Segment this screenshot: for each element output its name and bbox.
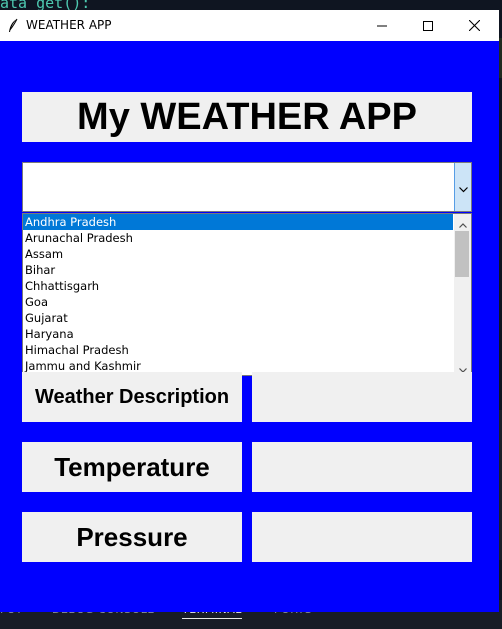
- close-icon: [468, 20, 480, 31]
- temperature-value: [252, 442, 472, 492]
- chevron-down-icon: [458, 178, 468, 197]
- state-select[interactable]: [22, 162, 472, 212]
- pressure-value: [252, 512, 472, 562]
- scroll-up-button[interactable]: [454, 214, 471, 230]
- close-button[interactable]: [451, 10, 497, 41]
- feather-icon: [7, 18, 19, 34]
- state-option-himachal-pradesh[interactable]: Himachal Pradesh: [23, 342, 453, 358]
- weather-description-label: Weather Description: [22, 372, 242, 422]
- state-options-list[interactable]: Andhra Pradesh Arunachal Pradesh Assam B…: [22, 213, 472, 376]
- state-option-gujarat[interactable]: Gujarat: [23, 310, 453, 326]
- app-heading: My WEATHER APP: [22, 92, 472, 142]
- minimize-icon: [377, 21, 387, 31]
- state-option-bihar[interactable]: Bihar: [23, 262, 453, 278]
- state-option-haryana[interactable]: Haryana: [23, 326, 453, 342]
- minimize-button[interactable]: [359, 10, 405, 41]
- weather-description-value: [252, 372, 472, 422]
- scroll-thumb[interactable]: [455, 231, 469, 277]
- chevron-up-icon: [458, 214, 467, 232]
- state-option-arunachal-pradesh[interactable]: Arunachal Pradesh: [23, 230, 453, 246]
- maximize-button[interactable]: [405, 10, 451, 41]
- state-option-chhattisgarh[interactable]: Chhattisgarh: [23, 278, 453, 294]
- state-option-goa[interactable]: Goa: [23, 294, 453, 310]
- state-select-dropdown-button[interactable]: [454, 163, 471, 211]
- weather-app-window: WEATHER APP My WEATHER APP Andhra Prades…: [0, 10, 499, 612]
- temperature-label: Temperature: [22, 442, 242, 492]
- window-title: WEATHER APP: [26, 18, 112, 32]
- state-option-assam[interactable]: Assam: [23, 246, 453, 262]
- maximize-icon: [423, 20, 433, 31]
- state-option-andhra-pradesh[interactable]: Andhra Pradesh: [23, 214, 453, 230]
- pressure-label: Pressure: [22, 512, 242, 562]
- title-bar[interactable]: WEATHER APP: [0, 10, 499, 41]
- state-list-scrollbar[interactable]: [454, 214, 471, 375]
